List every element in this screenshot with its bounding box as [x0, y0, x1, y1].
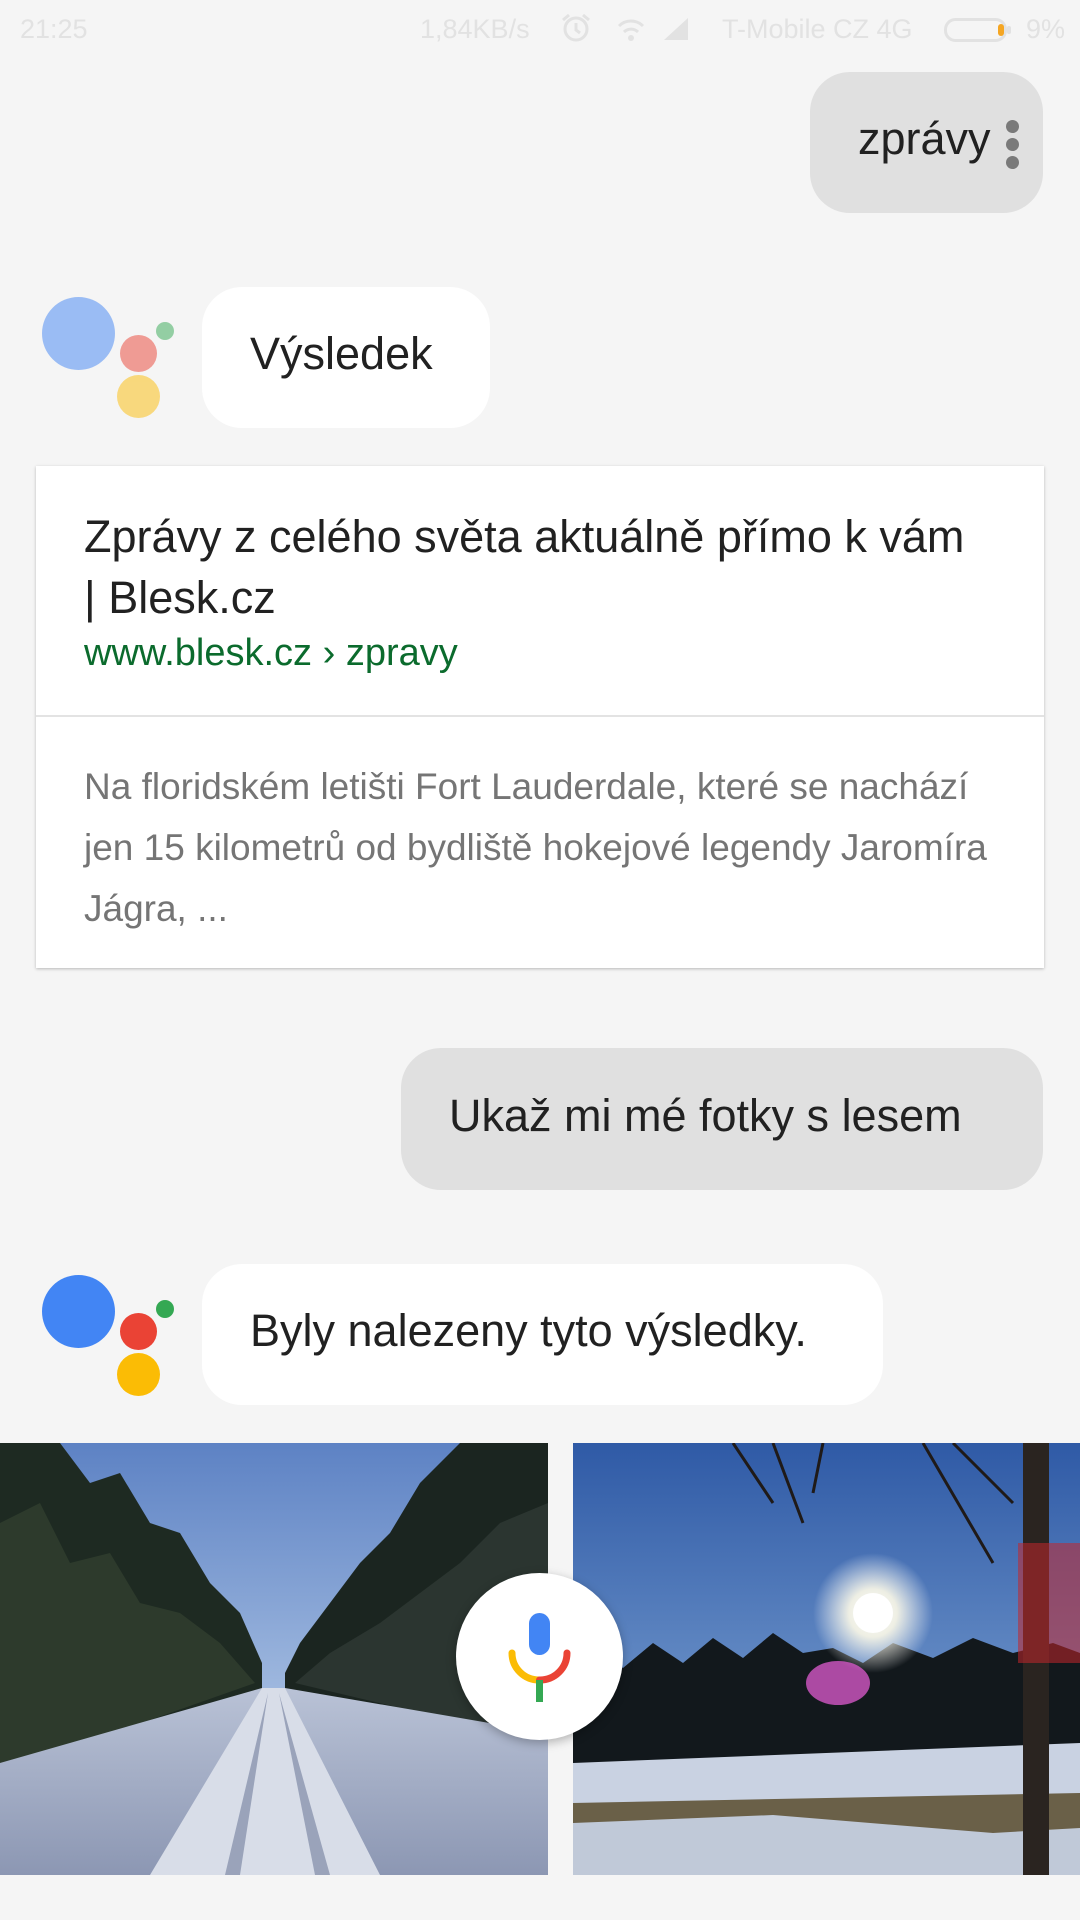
more-options-icon[interactable]	[1006, 120, 1020, 169]
user-query-text: zprávy	[858, 113, 991, 164]
user-query-bubble[interactable]: zprávy	[810, 72, 1043, 213]
result-snippet: Na floridském letišti Fort Lauderdale, k…	[84, 766, 987, 929]
assistant-reply-text: Výsledek	[250, 328, 433, 379]
assistant-logo-icon	[40, 1273, 180, 1403]
assistant-reply-bubble: Byly nalezeny tyto výsledky.	[202, 1264, 883, 1405]
network-speed: 1,84KB/s	[420, 14, 530, 44]
card-divider	[36, 715, 1044, 717]
search-result-card[interactable]: Zprávy z celého světa aktuálně přímo k v…	[36, 466, 1044, 968]
wifi-icon	[617, 19, 645, 41]
assistant-logo-icon	[40, 295, 180, 425]
status-bar: 21:25 1,84KB/s T-Mobile CZ 4G 9%	[0, 0, 1080, 58]
result-title[interactable]: Zprávy z celého světa aktuálně přímo k v…	[84, 506, 984, 628]
user-query-bubble[interactable]: Ukaž mi mé fotky s lesem	[401, 1048, 1043, 1190]
battery-icon	[944, 18, 1011, 42]
microphone-icon	[508, 1613, 571, 1702]
microphone-button[interactable]	[456, 1573, 623, 1740]
photo-thumbnail[interactable]	[573, 1443, 1080, 1875]
alarm-icon	[562, 13, 590, 42]
signal-icon	[664, 18, 688, 40]
carrier-name: T-Mobile CZ 4G	[722, 14, 913, 44]
status-time: 21:25	[20, 14, 88, 44]
user-query-text: Ukaž mi mé fotky s lesem	[449, 1090, 962, 1141]
result-url[interactable]: www.blesk.cz › zpravy	[84, 632, 458, 675]
sunny-forest-image	[573, 1443, 1080, 1875]
battery-percent: 9%	[1026, 14, 1066, 44]
assistant-reply-bubble: Výsledek	[202, 287, 490, 428]
assistant-screen: 21:25 1,84KB/s T-Mobile CZ 4G 9% zprávy	[0, 0, 1080, 1920]
assistant-reply-text: Byly nalezeny tyto výsledky.	[250, 1305, 807, 1356]
